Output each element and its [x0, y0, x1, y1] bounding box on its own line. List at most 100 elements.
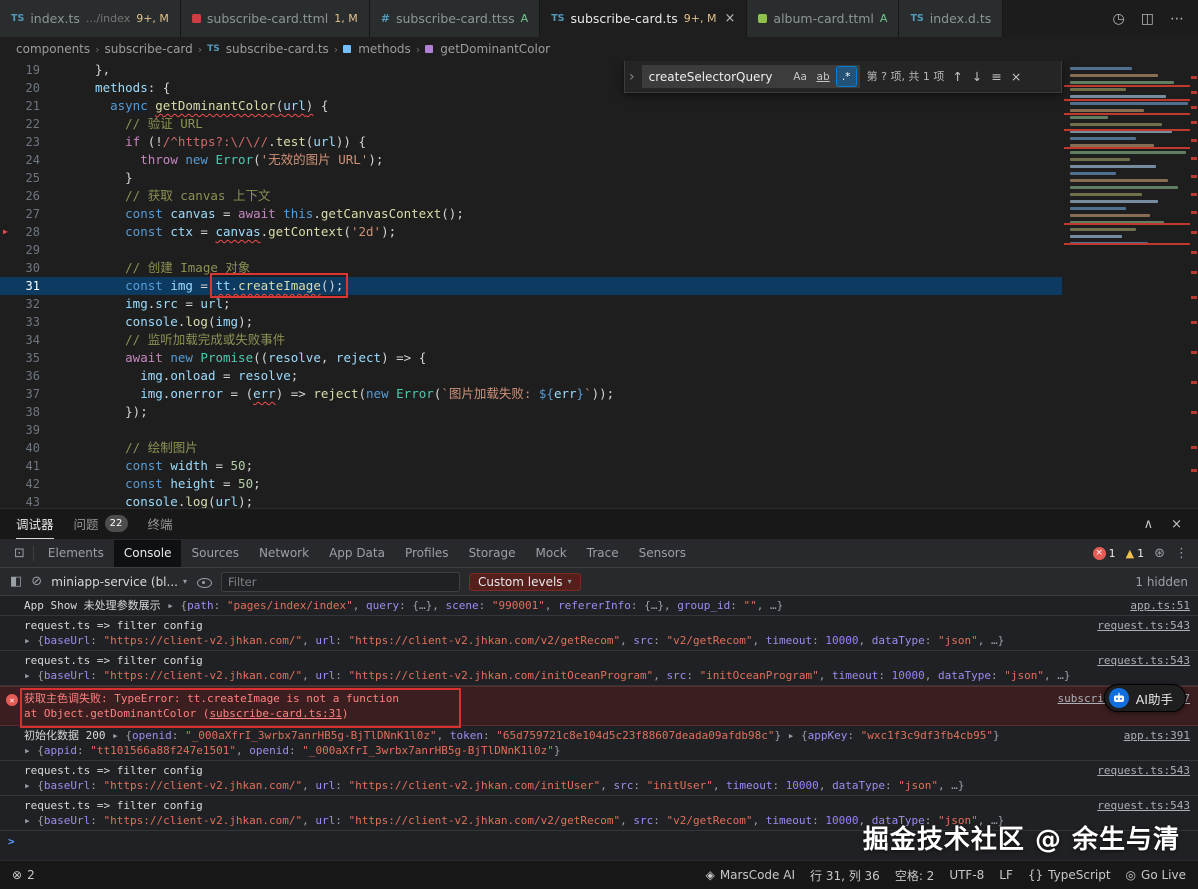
tab-terminal[interactable]: 终端: [148, 509, 173, 539]
tab-problems[interactable]: 问题 22: [74, 509, 128, 539]
expand-caret-icon[interactable]: ▸: [112, 729, 125, 742]
code-line-30[interactable]: 30 // 创建 Image 对象: [0, 259, 1062, 277]
devtools-tab-profiles[interactable]: Profiles: [395, 540, 459, 567]
minimap[interactable]: [1064, 61, 1190, 508]
breadcrumb-item-file[interactable]: subscribe-card.ts: [226, 42, 329, 56]
source-link[interactable]: request.ts:543: [1097, 798, 1190, 813]
line-number[interactable]: 38: [0, 403, 54, 421]
regex-toggle[interactable]: .*: [836, 66, 857, 87]
devtools-tab-mock[interactable]: Mock: [526, 540, 577, 567]
expand-caret-icon[interactable]: ▸: [24, 669, 37, 682]
editor-tab-index.ts[interactable]: TSindex.ts.../index9+, M: [0, 0, 181, 37]
code-line-25[interactable]: 25 }: [0, 169, 1062, 187]
code-line-31[interactable]: 31 const img = tt.createImage();: [0, 277, 1062, 295]
code-line-41[interactable]: 41 const width = 50;: [0, 457, 1062, 475]
code-line-32[interactable]: 32 img.src = url;: [0, 295, 1062, 313]
line-number[interactable]: 42: [0, 475, 54, 493]
more-options-icon[interactable]: ⋮: [1175, 546, 1188, 561]
settings-gear-icon[interactable]: ⊛: [1154, 546, 1165, 561]
editor-tab-album-card.ttml[interactable]: album-card.ttmlA: [747, 0, 899, 37]
line-number[interactable]: 28: [0, 223, 54, 241]
editor-tab-subscribe-card.ttss[interactable]: #subscribe-card.ttssA: [370, 0, 540, 37]
line-number[interactable]: 23: [0, 133, 54, 151]
breadcrumb-item-method-name[interactable]: getDominantColor: [440, 42, 550, 56]
editor-tab-subscribe-card.ttml[interactable]: subscribe-card.ttml1, M: [181, 0, 370, 37]
devtools-tab-storage[interactable]: Storage: [459, 540, 526, 567]
devtools-tab-sensors[interactable]: Sensors: [629, 540, 696, 567]
breadcrumb-item-subscribe-card[interactable]: subscribe-card: [105, 42, 193, 56]
console-sidebar-icon[interactable]: ◧: [10, 574, 22, 589]
clear-console-icon[interactable]: ⊘: [31, 574, 42, 589]
code-line-21[interactable]: 21 async getDominantColor(url) {: [0, 97, 1062, 115]
line-number[interactable]: 41: [0, 457, 54, 475]
code-line-23[interactable]: 23 if (!/^https?:\/\//.test(url)) {: [0, 133, 1062, 151]
console-filter-input[interactable]: [221, 572, 460, 592]
line-number[interactable]: 25: [0, 169, 54, 187]
eye-icon[interactable]: [196, 574, 212, 590]
status-go-live[interactable]: ◎Go Live: [1126, 868, 1186, 882]
close-find-icon[interactable]: ×: [1010, 68, 1022, 86]
code-line-37[interactable]: 37 img.onerror = (err) => reject(new Err…: [0, 385, 1062, 403]
code-line-29[interactable]: 29: [0, 241, 1062, 259]
close-panel-icon[interactable]: ×: [1171, 517, 1182, 532]
split-editor-icon[interactable]: ◫: [1141, 11, 1154, 27]
code-line-24[interactable]: 24 throw new Error('无效的图片 URL');: [0, 151, 1062, 169]
devtools-tab-app-data[interactable]: App Data: [319, 540, 395, 567]
status-encoding[interactable]: UTF-8: [949, 868, 984, 882]
line-number[interactable]: 20: [0, 79, 54, 97]
line-number[interactable]: 19: [0, 61, 54, 79]
devtools-tab-console[interactable]: Console: [114, 540, 182, 567]
whole-word-toggle[interactable]: ab: [813, 66, 834, 87]
expand-caret-icon[interactable]: ▸: [24, 634, 37, 647]
code-line-39[interactable]: 39: [0, 421, 1062, 439]
source-link[interactable]: request.ts:543: [1097, 653, 1190, 668]
more-actions-icon[interactable]: ⋯: [1170, 11, 1184, 27]
line-number[interactable]: 22: [0, 115, 54, 133]
breadcrumb-item-methods[interactable]: methods: [358, 42, 411, 56]
line-number[interactable]: 31: [0, 277, 54, 295]
line-number[interactable]: 40: [0, 439, 54, 457]
code-line-27[interactable]: 27 const canvas = await this.getCanvasCo…: [0, 205, 1062, 223]
next-match-icon[interactable]: ↓: [971, 68, 983, 86]
code-line-22[interactable]: 22 // 验证 URL: [0, 115, 1062, 133]
console-warning-count[interactable]: ▲1: [1126, 547, 1144, 560]
code-line-33[interactable]: 33 console.log(img);: [0, 313, 1062, 331]
stack-trace-link[interactable]: subscribe-card.ts:31: [209, 707, 341, 720]
editor-tab-subscribe-card.ts[interactable]: TSsubscribe-card.ts9+, M×: [540, 0, 747, 37]
line-number[interactable]: 26: [0, 187, 54, 205]
source-link[interactable]: request.ts:543: [1097, 763, 1190, 778]
devtools-tab-elements[interactable]: Elements: [38, 540, 114, 567]
line-number[interactable]: 35: [0, 349, 54, 367]
console-error-count[interactable]: ×1: [1093, 547, 1116, 560]
code-line-38[interactable]: 38 });: [0, 403, 1062, 421]
expand-caret-icon[interactable]: ▸: [24, 744, 37, 757]
console-prompt[interactable]: >: [0, 831, 1198, 852]
expand-caret-icon[interactable]: ▸: [788, 729, 801, 742]
line-number[interactable]: 32: [0, 295, 54, 313]
line-number[interactable]: 36: [0, 367, 54, 385]
expand-caret-icon[interactable]: ▸: [24, 814, 37, 827]
code-line-36[interactable]: 36 img.onload = resolve;: [0, 367, 1062, 385]
previous-match-icon[interactable]: ↑: [951, 68, 963, 86]
expand-caret-icon[interactable]: ▸: [167, 599, 180, 612]
status-problems[interactable]: ⊗ 2: [12, 868, 35, 882]
status-indentation[interactable]: 空格: 2: [895, 867, 935, 884]
inspect-element-icon[interactable]: ⊡: [6, 546, 34, 561]
timeline-icon[interactable]: ◷: [1113, 11, 1125, 27]
context-selector[interactable]: miniapp-service (bl...▾: [51, 575, 187, 589]
source-link[interactable]: request.ts:543: [1097, 618, 1190, 633]
ai-assistant-button[interactable]: AI助手: [1104, 684, 1186, 712]
close-icon[interactable]: ×: [725, 11, 736, 26]
find-in-selection-icon[interactable]: ≡: [990, 68, 1002, 86]
line-number[interactable]: 39: [0, 421, 54, 439]
line-number[interactable]: 27: [0, 205, 54, 223]
collapse-panel-icon[interactable]: ∧: [1144, 517, 1154, 532]
status-eol[interactable]: LF: [999, 868, 1013, 882]
code-editor[interactable]: 19 },20 methods: {21 async getDominantCo…: [0, 61, 1198, 508]
toggle-replace-icon[interactable]: ›: [629, 68, 635, 86]
code-line-40[interactable]: 40 // 绘制图片: [0, 439, 1062, 457]
find-input[interactable]: createSelectorQuery Aa ab .*: [642, 65, 860, 88]
line-number[interactable]: 37: [0, 385, 54, 403]
find-query[interactable]: createSelectorQuery: [649, 68, 788, 86]
match-case-toggle[interactable]: Aa: [790, 66, 811, 87]
